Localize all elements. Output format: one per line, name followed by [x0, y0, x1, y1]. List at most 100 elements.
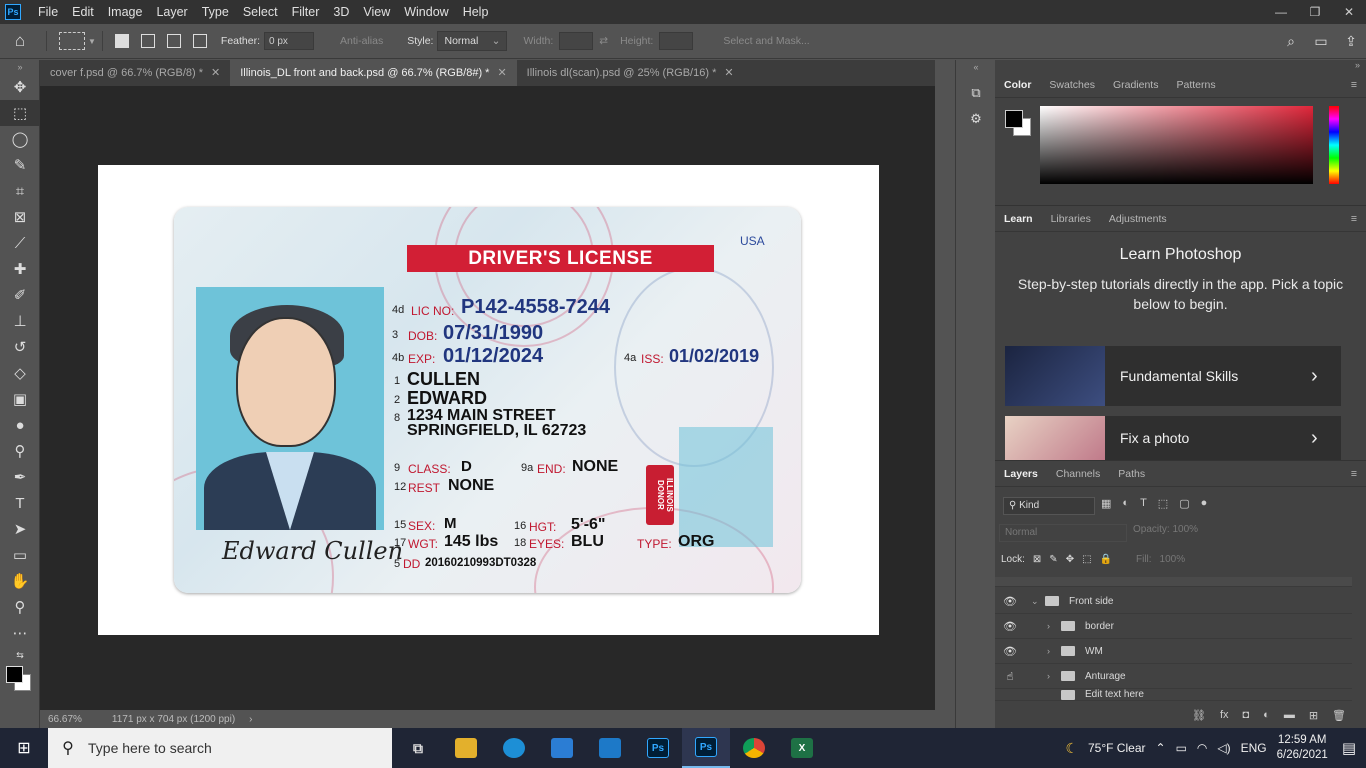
chevron-down-icon[interactable]: ▼: [88, 37, 96, 46]
language-indicator[interactable]: ENG: [1241, 741, 1267, 755]
clock[interactable]: 12:59 AM 6/26/2021: [1277, 733, 1328, 763]
swap-colors-icon[interactable]: ⇆: [0, 646, 40, 664]
lock-pixels-icon[interactable]: ⊠: [1033, 554, 1041, 565]
add-mask-icon[interactable]: ◘: [1243, 709, 1250, 721]
zoom-tool-icon[interactable]: ⚲: [0, 594, 40, 620]
layer-filter-select[interactable]: ⚲ Kind: [1003, 497, 1095, 515]
tab-gradients[interactable]: Gradients: [1104, 79, 1168, 91]
lasso-tool-icon[interactable]: ◯: [0, 126, 40, 152]
link-layers-icon[interactable]: ⛓: [1192, 709, 1206, 722]
adjustment-layer-icon[interactable]: ◐: [1263, 709, 1270, 721]
close-window-button[interactable]: ✕: [1332, 0, 1366, 24]
layer-row-anturage[interactable]: ☝ › Anturage: [995, 664, 1352, 689]
chevron-right-icon[interactable]: ›: [249, 714, 252, 725]
close-icon[interactable]: ✕: [724, 60, 733, 86]
menu-window[interactable]: Window: [397, 0, 455, 24]
marquee-tool-icon[interactable]: ⬚: [0, 100, 40, 126]
style-select[interactable]: Normal ⌄: [437, 31, 508, 51]
home-icon[interactable]: ⌂: [0, 31, 40, 51]
pixel-filter-icon[interactable]: ▦: [1101, 497, 1111, 510]
layer-row-border[interactable]: 👁 › border: [995, 614, 1352, 639]
fx-icon[interactable]: fx: [1220, 709, 1229, 721]
smart-object-filter-icon[interactable]: ▢: [1179, 497, 1189, 510]
tab-illinois-dl[interactable]: Illinois_DL front and back.psd @ 66.7% (…: [230, 60, 517, 86]
photoshop-taskbar-icon[interactable]: Ps: [634, 728, 682, 768]
rectangle-tool-icon[interactable]: ▭: [0, 542, 40, 568]
tab-cover[interactable]: cover f.psd @ 66.7% (RGB/8) * ✕: [40, 60, 230, 86]
tab-channels[interactable]: Channels: [1047, 468, 1109, 480]
notifications-icon[interactable]: ▤: [1342, 739, 1356, 757]
tab-paths[interactable]: Paths: [1109, 468, 1154, 480]
healing-brush-icon[interactable]: ✚: [0, 256, 40, 282]
blend-mode-select[interactable]: Normal: [999, 524, 1127, 542]
swap-icon[interactable]: ⇄: [599, 35, 608, 47]
layer-row-partial[interactable]: [995, 577, 1352, 587]
width-input[interactable]: [559, 32, 594, 50]
shape-filter-icon[interactable]: ⬚: [1158, 497, 1168, 510]
properties-panel-icon[interactable]: ⚙: [956, 106, 996, 132]
learn-card-fix-a-photo[interactable]: Fix a photo ›: [1005, 416, 1341, 460]
learn-card-fundamental-skills[interactable]: Fundamental Skills ›: [1005, 346, 1341, 406]
collapse-icon[interactable]: »: [0, 60, 40, 74]
menu-type[interactable]: Type: [195, 0, 236, 24]
workspace-icon[interactable]: ▭: [1306, 33, 1336, 50]
height-input[interactable]: [659, 32, 694, 50]
file-explorer-icon[interactable]: [442, 728, 490, 768]
feather-input[interactable]: [264, 32, 315, 50]
menu-edit[interactable]: Edit: [65, 0, 101, 24]
quick-select-tool-icon[interactable]: ✎: [0, 152, 40, 178]
color-swatches[interactable]: [0, 664, 39, 698]
tab-swatches[interactable]: Swatches: [1040, 79, 1104, 91]
layer-row-front-side[interactable]: 👁 ⌄ Front side: [995, 589, 1352, 614]
eye-icon[interactable]: 👁: [995, 620, 1025, 633]
lock-position-icon[interactable]: ✥: [1066, 554, 1074, 565]
photoshop-active-taskbar-icon[interactable]: Ps: [682, 728, 730, 768]
zoom-level[interactable]: 66.67%: [48, 714, 82, 725]
menu-select[interactable]: Select: [236, 0, 285, 24]
menu-image[interactable]: Image: [101, 0, 150, 24]
move-tool-icon[interactable]: ✥: [0, 74, 40, 100]
tab-adjustments[interactable]: Adjustments: [1100, 213, 1176, 225]
dodge-tool-icon[interactable]: ⚲: [0, 438, 40, 464]
weather-moon-icon[interactable]: ☾: [1065, 740, 1078, 757]
subtract-selection-icon[interactable]: [166, 34, 181, 48]
tab-patterns[interactable]: Patterns: [1167, 79, 1224, 91]
new-group-icon[interactable]: ▬: [1284, 709, 1295, 721]
opacity-control[interactable]: Opacity: 100%: [1133, 524, 1198, 535]
collapse-icon[interactable]: «: [956, 60, 996, 74]
type-tool-icon[interactable]: T: [0, 490, 40, 516]
taskbar-search[interactable]: ⚲ Type here to search: [48, 728, 392, 768]
new-layer-icon[interactable]: ⊞: [1309, 709, 1318, 722]
eyedropper-tool-icon[interactable]: ⟋: [0, 230, 40, 256]
wifi-icon[interactable]: ◠: [1197, 741, 1207, 755]
blur-tool-icon[interactable]: ●: [0, 412, 40, 438]
lock-brush-icon[interactable]: ✎: [1049, 554, 1057, 565]
mail-icon[interactable]: [586, 728, 634, 768]
menu-filter[interactable]: Filter: [285, 0, 327, 24]
layer-row-edit-text[interactable]: Edit text here: [995, 689, 1352, 701]
chevron-right-icon[interactable]: ›: [1047, 671, 1061, 681]
tab-libraries[interactable]: Libraries: [1042, 213, 1100, 225]
weather-text[interactable]: 75°F Clear: [1088, 741, 1146, 755]
layer-row-wm[interactable]: 👁 › WM: [995, 639, 1352, 664]
cursor-hand-icon[interactable]: ☝: [995, 670, 1025, 683]
pen-tool-icon[interactable]: ✒: [0, 464, 40, 490]
chrome-icon[interactable]: [730, 728, 778, 768]
more-tools-icon[interactable]: ⋯: [0, 620, 40, 646]
excel-icon[interactable]: X: [778, 728, 826, 768]
tab-illinois-scan[interactable]: Illinois dl(scan).psd @ 25% (RGB/16) * ✕: [517, 60, 744, 86]
rect-marquee-preset-icon[interactable]: [59, 32, 85, 50]
menu-view[interactable]: View: [356, 0, 397, 24]
brush-tool-icon[interactable]: ✐: [0, 282, 40, 308]
type-filter-icon[interactable]: T: [1140, 497, 1147, 510]
edge-icon[interactable]: [490, 728, 538, 768]
tab-learn[interactable]: Learn: [995, 213, 1042, 225]
store-icon[interactable]: [538, 728, 586, 768]
chevron-right-icon[interactable]: ›: [1047, 621, 1061, 631]
gradient-tool-icon[interactable]: ▣: [0, 386, 40, 412]
antialias-checkbox[interactable]: Anti-alias: [340, 35, 383, 47]
tab-color[interactable]: Color: [995, 79, 1040, 91]
eraser-tool-icon[interactable]: ◇: [0, 360, 40, 386]
menu-3d[interactable]: 3D: [326, 0, 356, 24]
lock-all-icon[interactable]: 🔒: [1100, 554, 1112, 565]
